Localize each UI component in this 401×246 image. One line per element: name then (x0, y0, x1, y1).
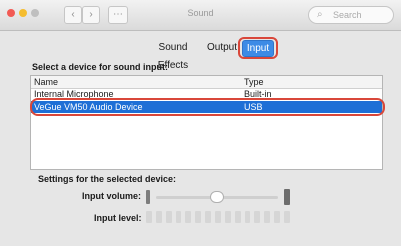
input-device-table: Name Type Internal Microphone Built-in V… (30, 75, 383, 170)
select-device-label: Select a device for sound input: (32, 62, 169, 72)
search-icon: ⌕ (317, 9, 323, 20)
input-level-label: Input level: (94, 213, 142, 223)
tab-bar: Sound Effects Output Input (0, 39, 401, 71)
input-tab-highlight (238, 37, 278, 59)
level-segment (244, 211, 251, 223)
level-segment (195, 211, 202, 223)
input-volume-slider-knob[interactable] (210, 191, 224, 203)
settings-label: Settings for the selected device: (38, 174, 177, 184)
level-segment (175, 211, 182, 223)
level-segment (254, 211, 261, 223)
input-volume-label: Input volume: (82, 191, 141, 201)
level-segment (205, 211, 212, 223)
column-header-type[interactable]: Type (244, 76, 264, 88)
input-level-meter (146, 211, 290, 223)
tab-sound-effects[interactable]: Sound Effects (146, 39, 200, 71)
level-segment (224, 211, 231, 223)
mic-high-icon (284, 189, 290, 205)
level-segment (215, 211, 221, 223)
level-segment (234, 211, 241, 223)
search-field[interactable]: ⌕ Search (308, 6, 394, 24)
level-segment (274, 211, 281, 223)
level-segment (284, 211, 290, 223)
level-segment (165, 211, 172, 223)
table-header: Name Type (31, 76, 382, 89)
search-placeholder: Search (333, 10, 362, 20)
mic-low-icon (146, 190, 150, 204)
column-header-name[interactable]: Name (34, 76, 58, 88)
level-segment (146, 211, 152, 223)
title-bar: ‹ › ⋯ Sound ⌕ Search (0, 0, 401, 31)
tab-output[interactable]: Output (206, 39, 238, 57)
selected-device-highlight (30, 98, 385, 116)
level-segment (155, 211, 162, 223)
level-segment (264, 211, 271, 223)
level-segment (185, 211, 192, 223)
